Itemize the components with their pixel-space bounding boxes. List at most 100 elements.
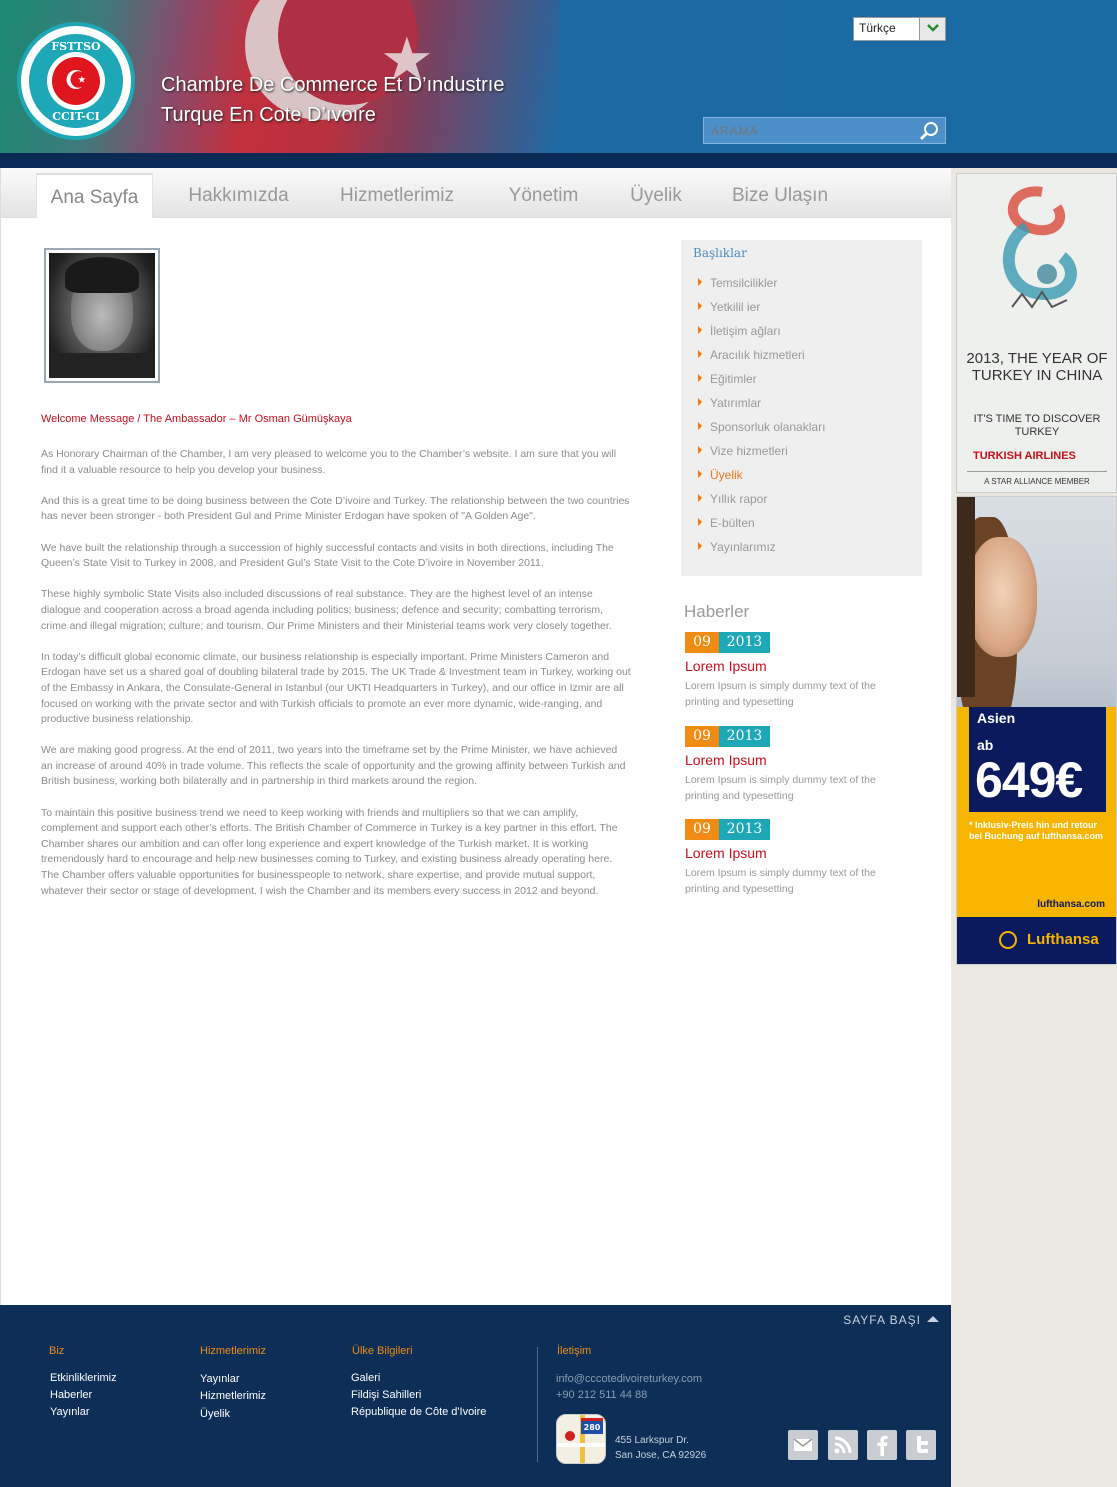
address-line1: 455 Larkspur Dr. bbox=[615, 1435, 689, 1446]
news-date: 09 2013 bbox=[685, 726, 905, 747]
sidebar-item-vize-hizmetleri[interactable]: Vize hizmetleri bbox=[698, 444, 788, 458]
footer-link[interactable]: Galeri bbox=[351, 1372, 380, 1384]
sidebar-item-yatirimlar[interactable]: Yatırımlar bbox=[698, 396, 761, 410]
main-nav: Ana Sayfa Hakkımızda Hizmetlerimiz Yönet… bbox=[1, 168, 951, 218]
address-line2: San Jose, CA 92926 bbox=[615, 1450, 707, 1461]
nav-item-yonetim[interactable]: Yönetim bbox=[491, 173, 596, 218]
ad-brand: TURKISH AIRLINES bbox=[973, 450, 1076, 462]
footer-link[interactable]: Üyelik bbox=[200, 1408, 230, 1420]
sidebar-item-yillik-rapor[interactable]: Yıllık rapor bbox=[698, 492, 767, 506]
ambassador-photo bbox=[44, 248, 160, 383]
nav-item-uyelik[interactable]: Üyelik bbox=[611, 173, 701, 218]
lufthansa-ad[interactable]: Asien ab 649€ * Inklusiv-Preis hin und r… bbox=[956, 496, 1117, 965]
search-box bbox=[703, 117, 946, 144]
article-paragraph: In today’s difficult global economic cli… bbox=[41, 650, 631, 726]
footer-col-title: Ülke Bilgileri bbox=[352, 1345, 413, 1357]
sidebar-item-e-bulten[interactable]: E-bülten bbox=[698, 516, 755, 530]
caret-right-icon bbox=[698, 542, 702, 550]
footer-link[interactable]: Hizmetlerimiz bbox=[200, 1390, 266, 1402]
ad-note: * Inklusiv-Preis hin und retour bei Buch… bbox=[969, 820, 1104, 841]
logo-bottom-text: CCIT-CI bbox=[52, 110, 100, 123]
back-to-top-link[interactable]: SAYFA BAŞI bbox=[843, 1313, 939, 1327]
caret-right-icon bbox=[698, 494, 702, 502]
caret-right-icon bbox=[698, 374, 702, 382]
footer-divider bbox=[537, 1347, 538, 1462]
sidebar-item-temsilcilikler[interactable]: Temsilcilikler bbox=[698, 276, 777, 290]
footer-link[interactable]: République de Côte d'Ivoire bbox=[351, 1406, 486, 1418]
contact-phone: +90 212 511 44 88 bbox=[556, 1389, 648, 1401]
search-input[interactable] bbox=[704, 118, 916, 143]
news-item: 09 2013 Lorem Ipsum Lorem Ipsum is simpl… bbox=[685, 819, 905, 897]
article-paragraph: To maintain this positive business trend… bbox=[41, 806, 618, 897]
news-day: 09 bbox=[685, 819, 719, 840]
ad-brand: Lufthansa bbox=[1027, 931, 1099, 948]
site-title-line1: Chambre De Commerce Et D’ındustrıe bbox=[161, 74, 505, 96]
news-title-link[interactable]: Lorem Ipsum bbox=[685, 752, 905, 768]
main-content: Ana Sayfa Hakkımızda Hizmetlerimiz Yönet… bbox=[0, 168, 951, 1305]
crescent-star-icon: ☪ bbox=[52, 57, 100, 105]
sidebar-item-egitimler[interactable]: Eğitimler bbox=[698, 372, 757, 386]
nav-item-hakkimizda[interactable]: Hakkımızda bbox=[171, 173, 306, 218]
news-day: 09 bbox=[685, 632, 719, 653]
nav-item-hizmetlerimiz[interactable]: Hizmetlerimiz bbox=[321, 173, 473, 218]
article-body: As Honorary Chairman of the Chamber, I a… bbox=[41, 447, 631, 915]
dragon-illustration bbox=[1002, 186, 1077, 309]
contact-email[interactable]: info@cccotedivoireturkey.com bbox=[556, 1373, 702, 1385]
ad-price: 649€ bbox=[975, 752, 1083, 808]
sidebar-item-sponsorluk[interactable]: Sponsorluk olanakları bbox=[698, 420, 825, 434]
footer-link[interactable]: Haberler bbox=[50, 1389, 92, 1401]
ad-price-box: Asien ab 649€ bbox=[969, 707, 1106, 812]
article-paragraph: As Honorary Chairman of the Chamber, I a… bbox=[41, 448, 617, 476]
facebook-icon[interactable] bbox=[867, 1430, 897, 1460]
map-badge: 280 bbox=[581, 1418, 603, 1434]
article-paragraph: These highly symbolic State Visits also … bbox=[41, 588, 612, 632]
turkish-airlines-ad[interactable]: 2013, THE YEAR OF TURKEY IN CHINA IT'S T… bbox=[956, 173, 1117, 493]
nav-item-ana-sayfa[interactable]: Ana Sayfa bbox=[36, 173, 153, 218]
footer-col-title: Hizmetlerimiz bbox=[200, 1345, 266, 1357]
sidebar-item-uyelik[interactable]: Üyelik bbox=[698, 468, 743, 482]
nav-item-bize-ulasin[interactable]: Bize Ulaşın bbox=[716, 173, 844, 218]
ad-subheadline: IT'S TIME TO DISCOVER TURKEY bbox=[973, 413, 1101, 438]
map-icon[interactable]: 280 bbox=[556, 1414, 606, 1464]
news-summary: Lorem Ipsum is simply dummy text of the … bbox=[685, 774, 876, 802]
sidebar-item-yetkililer[interactable]: Yetkilil ier bbox=[698, 300, 760, 314]
ad-alliance: A STAR ALLIANCE MEMBER bbox=[984, 477, 1090, 486]
caret-right-icon bbox=[698, 302, 702, 310]
sidebar-item-iletisim-aglari[interactable]: İletişim ağları bbox=[698, 324, 781, 338]
footer-col-title: Biz bbox=[49, 1345, 65, 1357]
footer-link[interactable]: Etkinliklerimiz bbox=[50, 1372, 117, 1384]
site-footer: SAYFA BAŞI Biz Etkinliklerimiz Haberler … bbox=[0, 1305, 951, 1487]
caret-right-icon bbox=[698, 470, 702, 478]
site-title: Chambre De Commerce Et D’ındustrıe Turqu… bbox=[161, 70, 504, 130]
news-year: 2013 bbox=[719, 726, 770, 747]
article-paragraph: We have built the relationship through a… bbox=[41, 541, 614, 570]
language-value: Türkçe bbox=[859, 21, 896, 35]
caret-right-icon bbox=[698, 326, 702, 334]
sidebar-item-yayinlarimiz[interactable]: Yayınlarımız bbox=[698, 540, 776, 554]
chevron-down-icon[interactable] bbox=[919, 18, 945, 40]
article-paragraph: We are making good progress. At the end … bbox=[41, 744, 626, 788]
ad-headline: 2013, THE YEAR OF TURKEY IN CHINA bbox=[966, 350, 1108, 384]
topics-sidebar: Başlıklar Temsilcilikler Yetkilil ier İl… bbox=[681, 240, 922, 576]
article-paragraph: And this is a great time to be doing bus… bbox=[41, 494, 630, 523]
chamber-logo[interactable]: ☪ FSTTSO CCIT-CI bbox=[17, 22, 135, 140]
news-day: 09 bbox=[685, 726, 719, 747]
news-title-link[interactable]: Lorem Ipsum bbox=[685, 658, 905, 674]
sidebar-item-aracilik-hizmetleri[interactable]: Aracılık hizmetleri bbox=[698, 348, 805, 362]
footer-link[interactable]: Yayınlar bbox=[200, 1373, 240, 1385]
caret-right-icon bbox=[698, 278, 702, 286]
language-select[interactable]: Türkçe bbox=[853, 17, 946, 41]
mail-icon[interactable] bbox=[788, 1430, 818, 1460]
footer-link[interactable]: Fildişi Sahilleri bbox=[351, 1389, 421, 1401]
search-icon[interactable] bbox=[918, 120, 940, 142]
news-title-link[interactable]: Lorem Ipsum bbox=[685, 845, 905, 861]
ad-url: lufthansa.com bbox=[1037, 899, 1105, 910]
caret-right-icon bbox=[698, 398, 702, 406]
footer-link[interactable]: Yayınlar bbox=[50, 1406, 90, 1418]
twitter-icon[interactable] bbox=[906, 1430, 936, 1460]
topics-title: Başlıklar bbox=[693, 246, 747, 260]
rss-icon[interactable] bbox=[828, 1430, 858, 1460]
news-heading: Haberler bbox=[684, 602, 750, 621]
news-year: 2013 bbox=[719, 632, 770, 653]
article-title: Welcome Message / The Ambassador – Mr Os… bbox=[41, 413, 352, 425]
